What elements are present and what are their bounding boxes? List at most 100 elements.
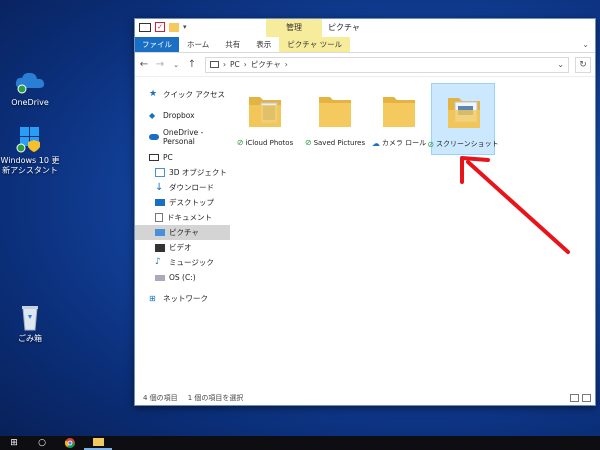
- nav-item-label: ビデオ: [169, 243, 192, 252]
- cloud-status-icon: ☁: [371, 138, 380, 148]
- window-icon: [139, 22, 151, 32]
- status-bar: 4 個の項目 1 個の項目を選択: [135, 391, 595, 405]
- details-view-icon[interactable]: [570, 394, 579, 402]
- nav-item-label: クイック アクセス: [163, 90, 226, 99]
- music-note-icon: ♪: [155, 257, 161, 267]
- desktop-icon-onedrive[interactable]: OneDrive: [0, 66, 60, 108]
- file-explorer-window: ✓ ▾ 管理 ピクチャ ファイル ホーム 共有 表示 ピクチャ ツール ⌄ ← …: [134, 18, 596, 406]
- recent-locations-chevron-icon[interactable]: ⌄: [171, 61, 181, 69]
- synced-check-icon: ⊘: [304, 138, 312, 147]
- download-arrow-icon: ↓: [155, 182, 164, 193]
- ribbon-tabs: ファイル ホーム 共有 表示 ピクチャ ツール ⌄: [135, 37, 595, 53]
- nav-item-quick-access[interactable]: ★ クイック アクセス: [135, 87, 230, 102]
- folder-label: ⊘ スクリーンショット: [427, 139, 498, 149]
- nav-item-music[interactable]: ♪ ミュージック: [135, 255, 230, 270]
- tab-home[interactable]: ホーム: [179, 37, 217, 52]
- nav-item-label: ピクチャ: [169, 228, 199, 237]
- nav-item-label: ダウンロード: [169, 183, 214, 192]
- folder-name: Saved Pictures: [313, 138, 366, 147]
- quick-access-toolbar: ✓ ▾: [139, 22, 187, 32]
- nav-item-label: デスクトップ: [169, 198, 214, 207]
- breadcrumb-pictures[interactable]: ピクチャ: [251, 59, 281, 70]
- folder-with-screenshot-icon: [448, 98, 480, 128]
- synced-check-icon: ⊘: [236, 138, 244, 147]
- pictures-icon: [155, 229, 165, 236]
- nav-item-label: ミュージック: [169, 258, 214, 267]
- back-arrow-icon[interactable]: ←: [139, 59, 149, 70]
- nav-item-label: PC: [163, 153, 173, 162]
- tab-manage[interactable]: 管理: [266, 19, 322, 37]
- item-count: 4 個の項目: [143, 394, 178, 402]
- window-title: ピクチャ: [328, 23, 360, 32]
- nav-item-3d-objects[interactable]: 3D オブジェクト: [135, 165, 230, 180]
- customize-toolbar-icon[interactable]: ▾: [183, 23, 187, 31]
- tab-picture-tools[interactable]: ピクチャ ツール: [279, 37, 351, 52]
- properties-icon[interactable]: ✓: [155, 22, 165, 32]
- windows-logo-icon: [13, 124, 47, 154]
- folder-label: ⊘ Saved Pictures: [303, 138, 367, 147]
- folder-name: スクリーンショット: [436, 140, 499, 148]
- star-icon: ★: [149, 89, 158, 99]
- nav-item-label: ドキュメント: [167, 213, 212, 222]
- taskbar: ⊞ ○: [0, 436, 600, 450]
- tab-share[interactable]: 共有: [217, 37, 248, 52]
- dropbox-icon: ◆: [149, 111, 156, 120]
- file-explorer-taskbar-icon[interactable]: [84, 436, 112, 450]
- nav-item-label: Dropbox: [163, 111, 195, 120]
- file-list: ⊘ iCloud Photos ⊘ Saved Pictures ☁ カメラ ロ…: [231, 79, 595, 391]
- folder-with-pictures-icon: [249, 97, 281, 127]
- folder-item-camera-roll[interactable]: ☁ カメラ ロール: [367, 83, 431, 155]
- nav-item-downloads[interactable]: ↓ ダウンロード: [135, 180, 230, 195]
- folder-item-screenshots[interactable]: ⊘ スクリーンショット: [427, 83, 499, 155]
- network-icon: ⊞: [149, 294, 156, 303]
- refresh-icon[interactable]: ↻: [575, 56, 591, 73]
- nav-item-desktop[interactable]: デスクトップ: [135, 195, 230, 210]
- synced-check-icon: ⊘: [427, 139, 435, 149]
- nav-item-network[interactable]: ⊞ ネットワーク: [135, 291, 230, 306]
- tab-file[interactable]: ファイル: [135, 37, 179, 52]
- folder-item-saved-pictures[interactable]: ⊘ Saved Pictures: [303, 83, 367, 155]
- forward-arrow-icon[interactable]: →: [155, 59, 165, 70]
- folder-label: ⊘ iCloud Photos: [233, 138, 297, 147]
- address-bar[interactable]: › PC › ピクチャ › ⌄: [205, 56, 569, 73]
- desktop-icon-recycle-bin[interactable]: ごみ箱: [0, 302, 60, 344]
- breadcrumb-separator-icon: ›: [243, 60, 247, 69]
- breadcrumb-separator-icon: ›: [223, 60, 226, 69]
- large-icons-view-icon[interactable]: [582, 394, 591, 402]
- breadcrumb-pc[interactable]: PC: [230, 60, 240, 69]
- desktop-icon-label: OneDrive: [11, 98, 49, 107]
- title-bar: ✓ ▾ 管理 ピクチャ: [135, 19, 595, 37]
- drive-icon: [155, 274, 165, 281]
- folder-icon: [319, 97, 351, 127]
- nav-item-pictures[interactable]: ピクチャ: [135, 225, 230, 240]
- search-icon[interactable]: ○: [28, 436, 56, 450]
- desktop-icon-windows-update-assistant[interactable]: Windows 10 更新アシスタント: [0, 124, 60, 176]
- nav-item-label: 3D オブジェクト: [169, 168, 227, 177]
- nav-item-pc[interactable]: PC: [135, 150, 230, 165]
- pc-icon: [149, 154, 159, 161]
- nav-item-label: OneDrive - Personal: [163, 127, 204, 146]
- new-folder-icon[interactable]: [169, 22, 179, 32]
- nav-item-os-drive[interactable]: OS (C:): [135, 270, 230, 285]
- nav-item-dropbox[interactable]: ◆ Dropbox: [135, 108, 230, 123]
- chrome-icon[interactable]: [56, 436, 84, 450]
- folder-icon: [383, 97, 415, 127]
- address-row: ← → ⌄ ↑ › PC › ピクチャ › ⌄ ↻: [135, 53, 595, 77]
- folder-name: カメラ ロール: [381, 139, 427, 147]
- nav-item-documents[interactable]: ドキュメント: [135, 210, 230, 225]
- nav-item-label: OS (C:): [169, 273, 196, 282]
- ribbon-expand-icon[interactable]: ⌄: [582, 40, 589, 49]
- folder-label: ☁ カメラ ロール: [367, 138, 431, 148]
- pictures-location-icon: [210, 61, 219, 68]
- nav-item-onedrive[interactable]: OneDrive - Personal: [135, 127, 230, 146]
- tab-view[interactable]: 表示: [248, 37, 279, 52]
- folder-item-icloud-photos[interactable]: ⊘ iCloud Photos: [233, 83, 297, 155]
- up-arrow-icon[interactable]: ↑: [187, 59, 197, 70]
- navigation-pane: ★ クイック アクセス ◆ Dropbox OneDrive - Persona…: [135, 79, 231, 391]
- start-windows-icon[interactable]: ⊞: [0, 436, 28, 450]
- address-dropdown-icon[interactable]: ⌄: [557, 60, 564, 69]
- folder-name: iCloud Photos: [245, 138, 294, 147]
- nav-item-videos[interactable]: ビデオ: [135, 240, 230, 255]
- explorer-body: ★ クイック アクセス ◆ Dropbox OneDrive - Persona…: [135, 79, 595, 391]
- recycle-bin-icon: [13, 302, 47, 332]
